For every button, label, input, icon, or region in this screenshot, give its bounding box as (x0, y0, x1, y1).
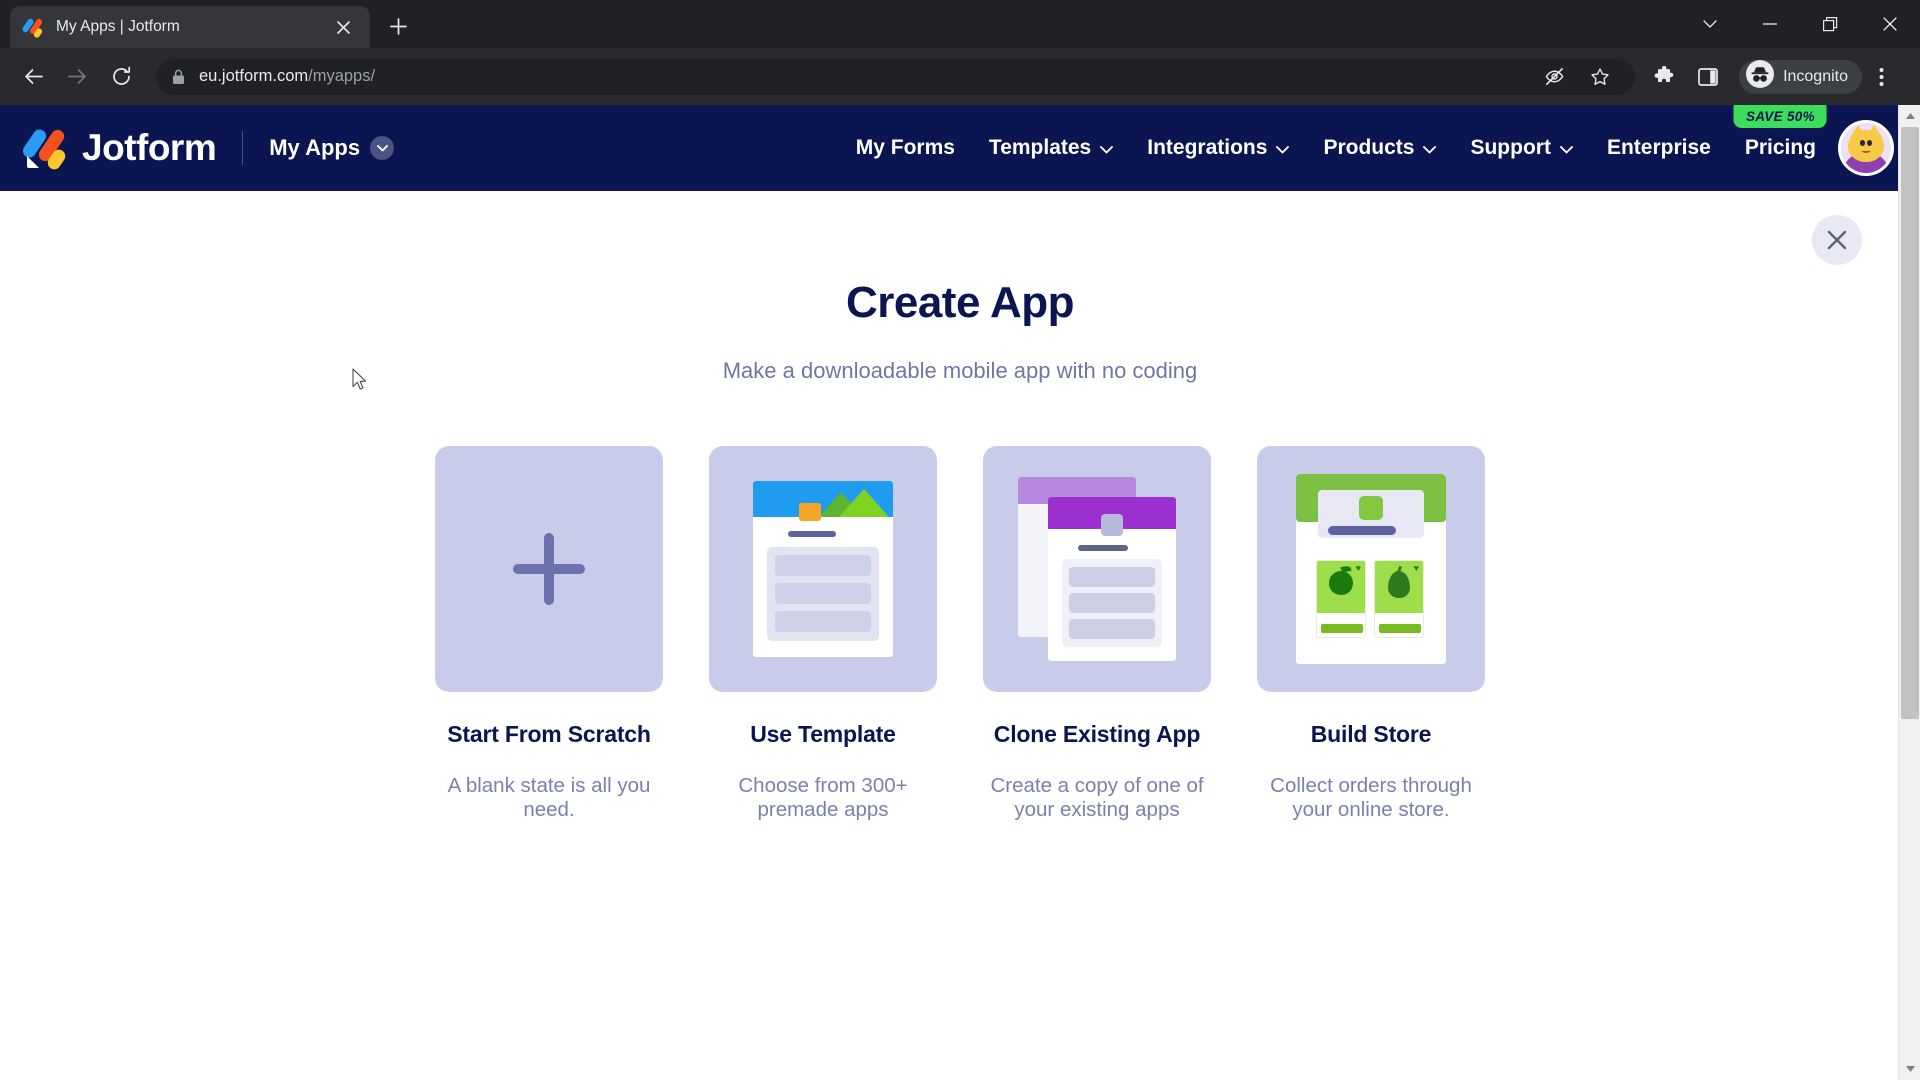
clone-preview-icon (1018, 477, 1176, 661)
nav-item-pricing[interactable]: SAVE 50% Pricing (1733, 105, 1827, 160)
incognito-indicator[interactable]: Incognito (1739, 59, 1862, 94)
chevron-down-icon (1100, 136, 1114, 160)
nav-label: Integrations (1147, 136, 1268, 159)
side-panel-icon[interactable] (1689, 58, 1727, 96)
card-use-template[interactable]: Use Template Choose from 300+ premade ap… (709, 446, 937, 823)
store-preview-icon: ♥ ♥ (1296, 474, 1446, 664)
workspace-switcher[interactable]: My Apps (269, 135, 395, 161)
card-title: Use Template (750, 721, 896, 747)
chevron-down-icon[interactable] (1680, 3, 1740, 45)
three-dot-menu-icon[interactable] (1862, 58, 1900, 96)
nav-label: Products (1323, 136, 1415, 159)
page-subtitle: Make a downloadable mobile app with no c… (722, 358, 1198, 383)
nav-label: Templates (988, 136, 1092, 159)
puzzle-icon[interactable] (1645, 58, 1683, 96)
browser-chrome: My Apps | Jotform eu.jotform.com/myapps/… (0, 0, 1920, 105)
scroll-up-arrow-icon[interactable] (1899, 105, 1920, 127)
forward-arrow-icon (58, 58, 96, 96)
nav-item-templates[interactable]: Templates (988, 136, 1114, 160)
card-title: Clone Existing App (993, 721, 1201, 747)
jotform-favicon-icon (21, 17, 44, 39)
browser-tab[interactable]: My Apps | Jotform (10, 6, 370, 48)
minimize-button[interactable] (1740, 3, 1800, 45)
header-divider (242, 131, 244, 165)
card-description: Choose from 300+ premade apps (738, 773, 908, 822)
card-description: Create a copy of one of your existing ap… (990, 773, 1204, 822)
create-options-list: Start From Scratch A blank state is all … (0, 446, 1920, 823)
omnibox-actions (1535, 58, 1625, 96)
card-start-from-scratch[interactable]: Start From Scratch A blank state is all … (435, 446, 663, 823)
main-nav: My Forms Templates Integrations Products… (856, 105, 1827, 160)
url-text: eu.jotform.com/myapps/ (199, 67, 1535, 86)
card-title: Start From Scratch (447, 721, 651, 747)
nav-item-support[interactable]: Support (1470, 136, 1573, 160)
lock-icon (172, 69, 185, 85)
jotform-logo[interactable]: Jotform (20, 127, 217, 172)
address-bar[interactable]: eu.jotform.com/myapps/ (156, 58, 1636, 96)
nav-label: Enterprise (1606, 136, 1711, 159)
eye-slash-icon[interactable] (1535, 58, 1573, 96)
card-thumbnail[interactable] (983, 446, 1211, 692)
chevron-down-icon (1276, 136, 1290, 160)
url-domain: eu.jotform.com (199, 67, 309, 85)
maximize-button[interactable] (1800, 3, 1860, 45)
nav-label: Support (1470, 136, 1551, 159)
nav-item-my-forms[interactable]: My Forms (856, 136, 955, 160)
chevron-down-icon (1423, 136, 1437, 160)
plus-icon (513, 533, 585, 605)
page-scrollbar[interactable] (1898, 105, 1920, 1080)
scrollbar-thumb[interactable] (1901, 127, 1919, 719)
jotform-logo-icon (20, 127, 68, 172)
url-path: /myapps/ (308, 67, 376, 85)
nav-item-integrations[interactable]: Integrations (1147, 136, 1290, 160)
window-controls (1680, 0, 1920, 48)
card-build-store[interactable]: ♥ ♥ Build Store Collect orders through y… (1257, 446, 1485, 823)
create-app-modal: Create App Make a downloadable mobile ap… (0, 191, 1920, 1080)
jotform-header: Jotform My Apps My Forms Templates Integ… (0, 105, 1920, 191)
jotform-wordmark: Jotform (82, 127, 217, 168)
star-icon[interactable] (1581, 58, 1619, 96)
page-viewport: Jotform My Apps My Forms Templates Integ… (0, 105, 1920, 1080)
tab-title: My Apps | Jotform (56, 18, 180, 35)
close-icon[interactable] (330, 14, 356, 40)
template-preview-icon (753, 481, 893, 657)
nav-item-enterprise[interactable]: Enterprise (1607, 136, 1711, 160)
tab-strip: My Apps | Jotform (0, 0, 1920, 48)
card-clone-existing-app[interactable]: Clone Existing App Create a copy of one … (983, 446, 1211, 823)
workspace-label: My Apps (269, 135, 361, 160)
card-description: Collect orders through your online store… (1270, 773, 1472, 822)
save-badge: SAVE 50% (1733, 105, 1827, 128)
incognito-icon (1745, 59, 1775, 94)
incognito-label: Incognito (1783, 67, 1848, 85)
avatar[interactable] (1838, 120, 1894, 176)
reload-icon[interactable] (102, 58, 140, 96)
scroll-down-arrow-icon[interactable] (1899, 1058, 1920, 1080)
close-icon[interactable] (1812, 215, 1862, 265)
window-close-button[interactable] (1860, 3, 1920, 45)
chevron-down-icon (1559, 136, 1573, 160)
card-thumbnail[interactable] (435, 446, 663, 692)
nav-item-products[interactable]: Products (1323, 136, 1437, 160)
chevron-down-icon (370, 136, 395, 160)
page-title: Create App (845, 278, 1075, 327)
card-thumbnail[interactable] (709, 446, 937, 692)
card-thumbnail[interactable]: ♥ ♥ (1257, 446, 1485, 692)
new-tab-button[interactable] (378, 6, 418, 46)
nav-label: Pricing (1744, 136, 1816, 159)
back-arrow-icon[interactable] (14, 58, 52, 96)
browser-toolbar: eu.jotform.com/myapps/ Incognito (0, 48, 1920, 105)
card-description: A blank state is all you need. (447, 773, 651, 822)
card-title: Build Store (1310, 721, 1432, 747)
nav-label: My Forms (855, 136, 955, 159)
